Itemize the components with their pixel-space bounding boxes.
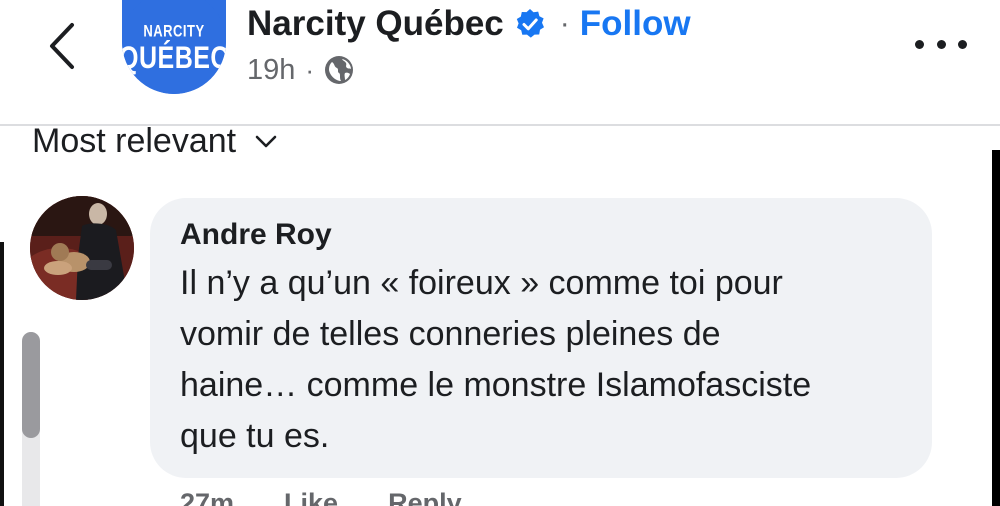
commenter-avatar[interactable]: [30, 196, 134, 300]
scrollbar[interactable]: [22, 332, 40, 506]
comment-line: que tu es.: [180, 417, 330, 455]
page-name[interactable]: Narcity Québec: [247, 4, 504, 44]
back-button[interactable]: [36, 16, 86, 76]
more-options-button[interactable]: [915, 30, 967, 58]
verified-badge-icon: [514, 8, 546, 40]
screen-edge-right: [992, 150, 1000, 506]
post-comments-screen: NARCITY QUÉBEC Narcity Québec · Follow 1…: [0, 0, 1000, 506]
more-dots-icon: [936, 39, 946, 49]
chevron-left-icon: [50, 23, 74, 69]
meta-separator: ·: [305, 54, 315, 85]
comment-text: Il n’y a qu’un « foireux » comme toi pou…: [180, 258, 920, 462]
comment-line: Il n’y a qu’un « foireux » comme toi pou…: [180, 264, 783, 302]
comment-line: haine… comme le monstre Islamofasciste: [180, 366, 812, 404]
chevron-down-icon: [254, 129, 278, 153]
post-header: NARCITY QUÉBEC Narcity Québec · Follow 1…: [0, 0, 1000, 124]
comment-time[interactable]: 27m: [180, 488, 234, 506]
comment-sort-dropdown[interactable]: Most relevant: [32, 118, 278, 164]
more-dots-icon: [958, 39, 967, 49]
screen-edge-left: [0, 242, 4, 506]
title-row: Narcity Québec · Follow: [247, 2, 691, 46]
post-time[interactable]: 19h: [247, 54, 295, 87]
post-meta: 19h ·: [247, 52, 354, 88]
avatar-logo-line2: QUÉBEC: [122, 40, 226, 76]
more-dots-icon: [915, 39, 924, 49]
comment-actions: 27m Like Reply: [180, 488, 462, 506]
comment-bubble: Andre Roy Il n’y a qu’un « foireux » com…: [150, 198, 932, 478]
comment-author[interactable]: Andre Roy: [180, 218, 332, 252]
scrollbar-thumb[interactable]: [22, 332, 40, 438]
title-separator: ·: [559, 7, 570, 40]
follow-button[interactable]: Follow: [580, 4, 691, 44]
globe-icon: [324, 55, 354, 85]
like-button[interactable]: Like: [284, 488, 338, 506]
reply-button[interactable]: Reply: [388, 488, 462, 506]
sort-label: Most relevant: [32, 121, 237, 160]
comment-line: vomir de telles conneries pleines de: [180, 315, 721, 353]
page-avatar[interactable]: NARCITY QUÉBEC: [122, 0, 226, 94]
avatar-logo-line1: NARCITY: [143, 20, 205, 41]
